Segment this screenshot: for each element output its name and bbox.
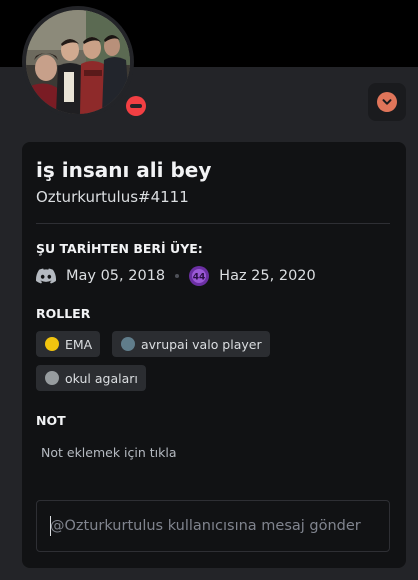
discord-icon[interactable] bbox=[36, 268, 56, 284]
divider bbox=[36, 223, 390, 224]
user-profile-popout: iş insanı ali bey Ozturkurtulus#4111 ŞU … bbox=[0, 0, 418, 580]
status-dnd-icon bbox=[122, 92, 150, 120]
role-color-dot bbox=[45, 371, 59, 385]
text-caret bbox=[50, 516, 51, 536]
svg-text:44: 44 bbox=[193, 273, 206, 283]
display-name: iş insanı ali bey bbox=[36, 158, 212, 182]
profile-card: iş insanı ali bey Ozturkurtulus#4111 ŞU … bbox=[22, 142, 406, 568]
username[interactable]: Ozturkurtulus#4111 bbox=[36, 188, 189, 206]
member-since-title: ŞU TARİHTEN BERİ ÜYE: bbox=[36, 241, 203, 256]
avatar-frame[interactable] bbox=[22, 6, 150, 120]
avatar[interactable] bbox=[26, 10, 130, 114]
role-pill-okul-agalari[interactable]: okul agaları bbox=[36, 365, 146, 391]
roles-title: ROLLER bbox=[36, 306, 91, 321]
separator-dot bbox=[175, 274, 180, 278]
nitro-badge-button[interactable] bbox=[368, 83, 406, 121]
member-since-row: May 05, 2018 44 Haz 25, 2020 bbox=[36, 264, 316, 288]
chevron-down-icon bbox=[377, 92, 397, 112]
role-label: okul agaları bbox=[65, 370, 138, 386]
discord-join-date: May 05, 2018 bbox=[66, 268, 166, 284]
role-label: EMA bbox=[65, 336, 93, 352]
role-label: avrupai valo player bbox=[141, 336, 262, 352]
group-photo-avatar-icon bbox=[26, 10, 130, 114]
role-color-dot bbox=[45, 337, 59, 351]
role-pill-avrupai-valo-player[interactable]: avrupai valo player bbox=[112, 331, 270, 357]
server-join-date: Haz 25, 2020 bbox=[219, 268, 316, 284]
server-icon[interactable]: 44 bbox=[189, 266, 210, 286]
role-color-dot bbox=[121, 337, 135, 351]
note-field[interactable]: Not eklemek için tıkla bbox=[41, 445, 177, 460]
role-pill-ema[interactable]: EMA bbox=[36, 331, 101, 357]
message-input[interactable] bbox=[36, 500, 390, 552]
note-title: NOT bbox=[36, 413, 66, 428]
